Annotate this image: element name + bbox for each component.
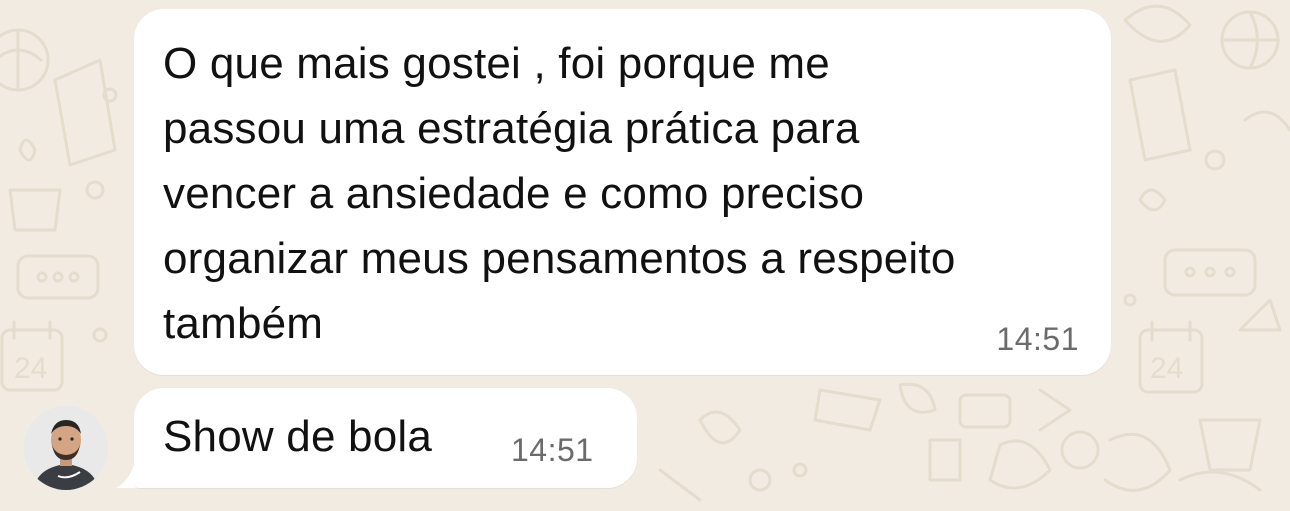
- message-text: O que mais gostei , foi porque me passou…: [163, 39, 956, 348]
- message-text: Show de bola: [163, 412, 433, 461]
- leaf-doodle-icon: [1123, 4, 1192, 43]
- svg-text:24: 24: [1150, 352, 1183, 385]
- message-timestamp: 14:51: [996, 321, 1079, 357]
- person-avatar-icon: [24, 406, 108, 490]
- book-doodle-icon: [53, 58, 117, 167]
- sender-avatar[interactable]: [24, 406, 108, 490]
- chat-doodle-icon: [16, 254, 100, 300]
- svg-text:24: 24: [14, 352, 47, 385]
- message-bubble[interactable]: Show de bola 14:51: [134, 388, 637, 488]
- message-timestamp: 14:51: [511, 432, 594, 468]
- message-bubble[interactable]: O que mais gostei , foi porque me passou…: [134, 9, 1111, 375]
- flame-doodle-icon: [18, 138, 37, 162]
